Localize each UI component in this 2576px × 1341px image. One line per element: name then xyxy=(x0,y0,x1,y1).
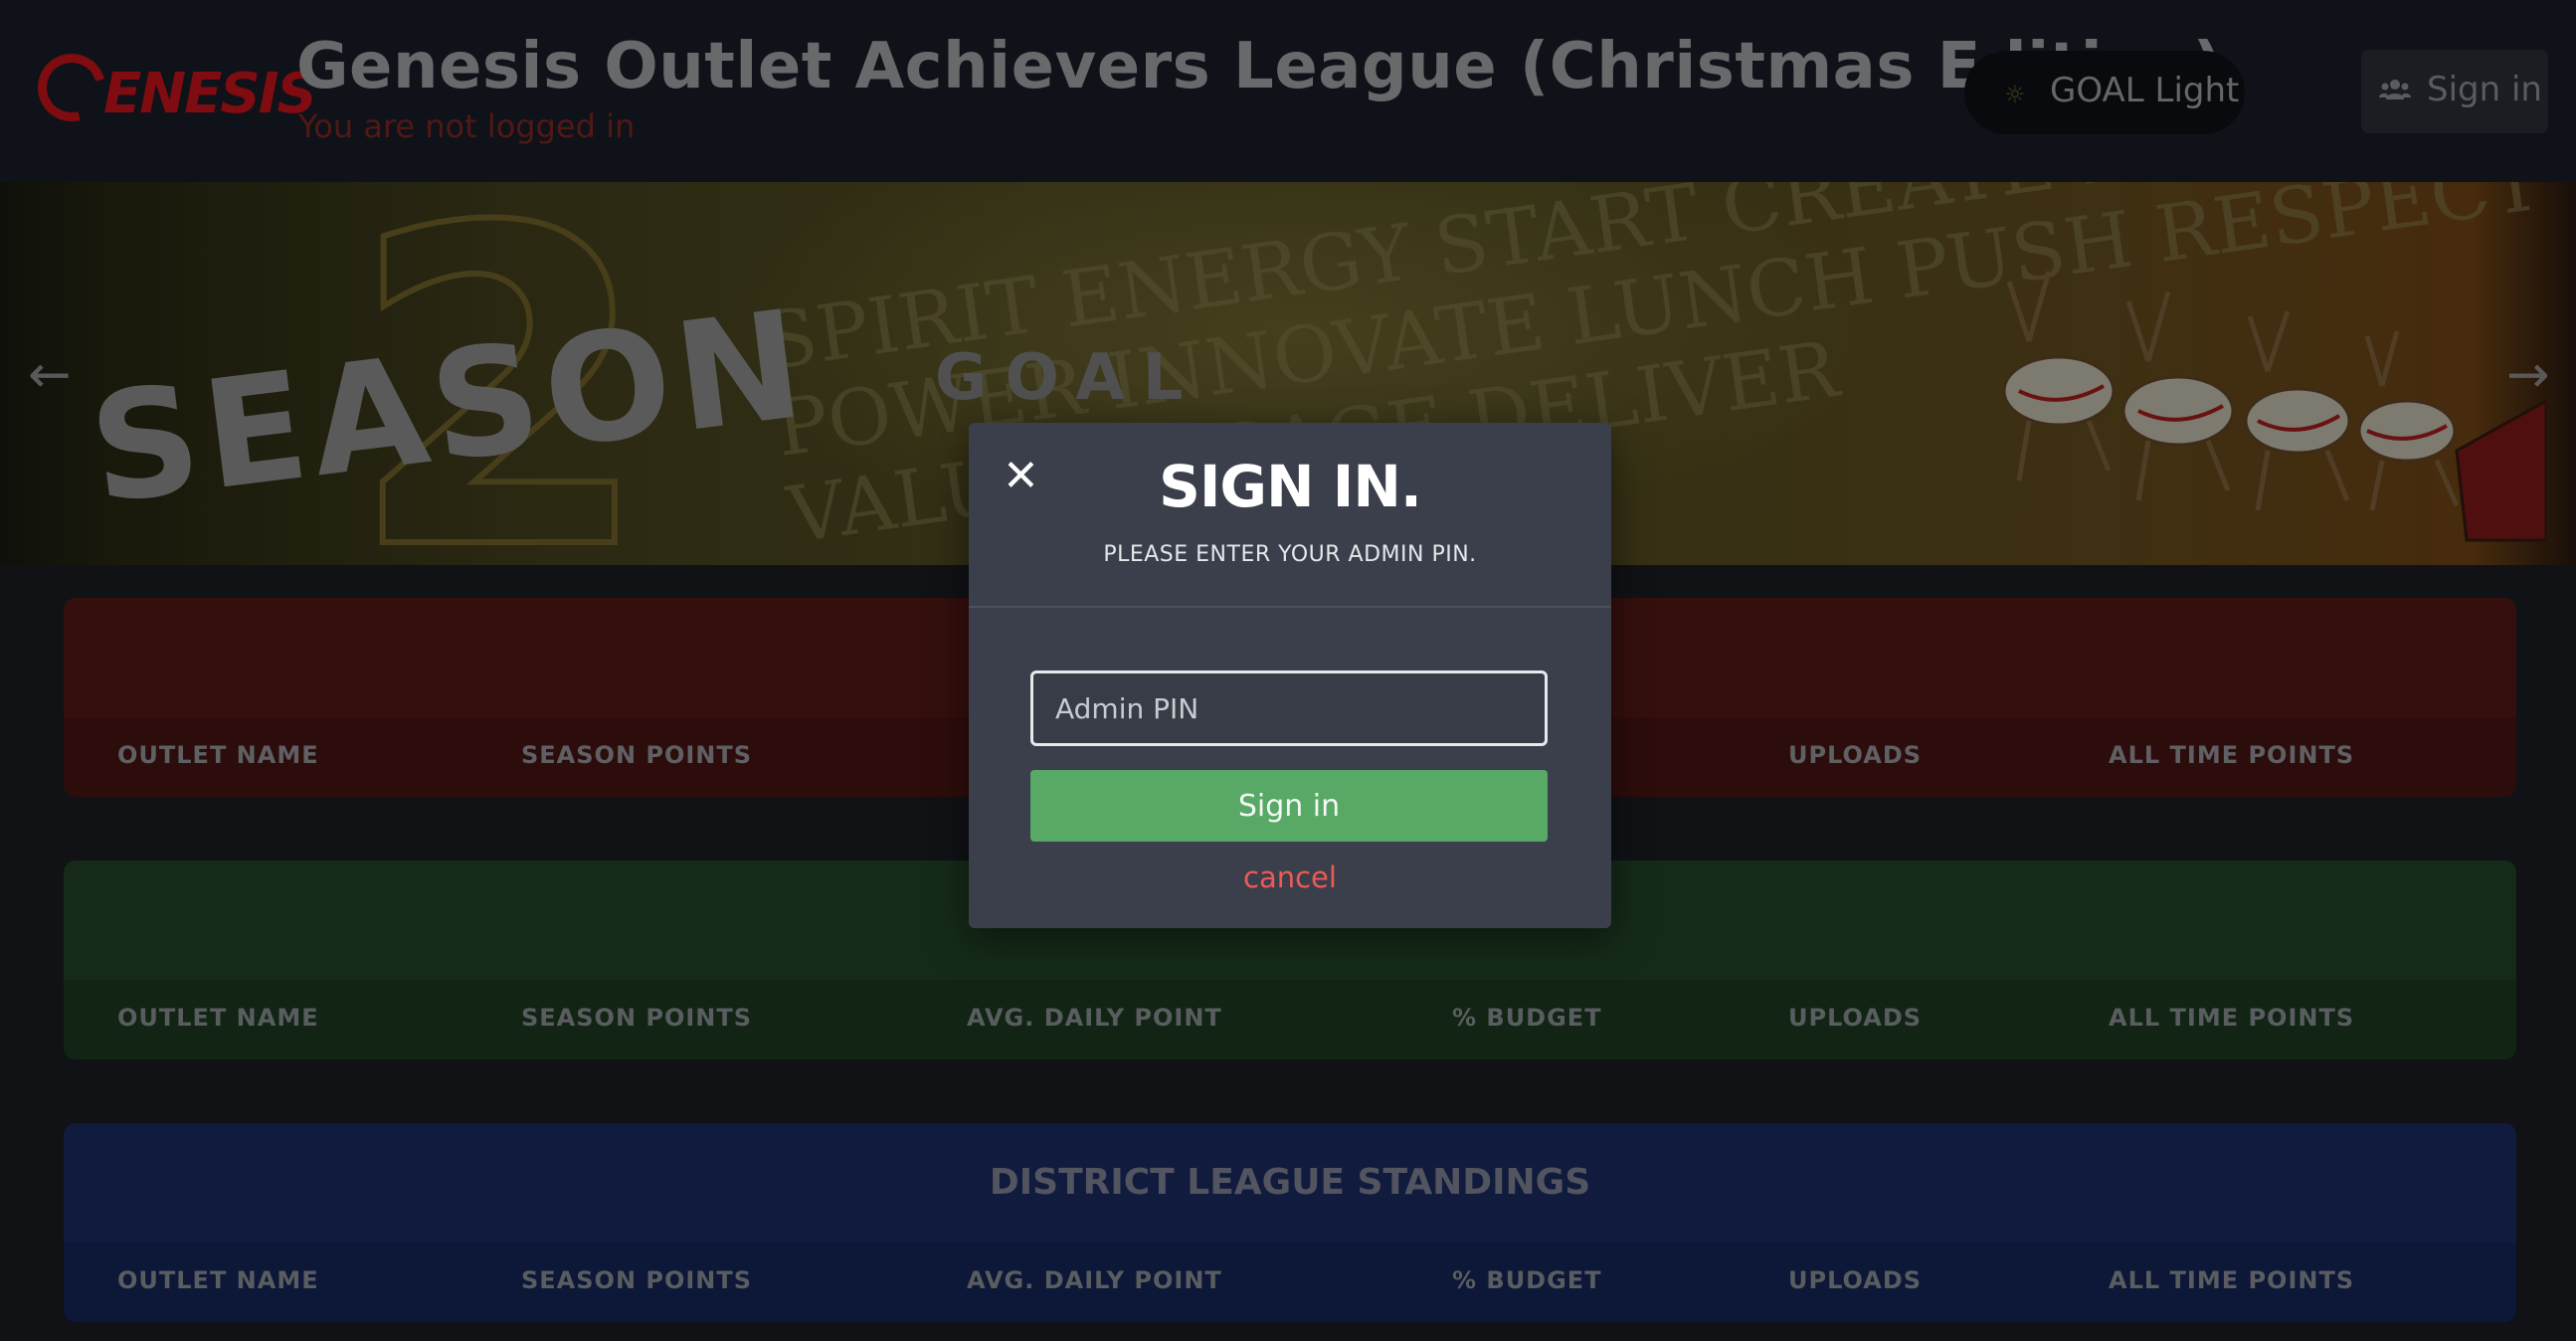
page: ENESIS Genesis Outlet Achievers League (… xyxy=(0,0,2576,1341)
cancel-link[interactable]: cancel xyxy=(969,861,1611,894)
modal-divider xyxy=(969,606,1611,608)
sign-in-submit-button[interactable]: Sign in xyxy=(1030,770,1548,842)
modal-title: SIGN IN. xyxy=(1159,453,1422,520)
admin-pin-input[interactable] xyxy=(1030,670,1548,746)
sign-in-modal: ✕ SIGN IN. PLEASE ENTER YOUR ADMIN PIN. … xyxy=(969,423,1611,928)
modal-prompt: PLEASE ENTER YOUR ADMIN PIN. xyxy=(1103,542,1477,567)
